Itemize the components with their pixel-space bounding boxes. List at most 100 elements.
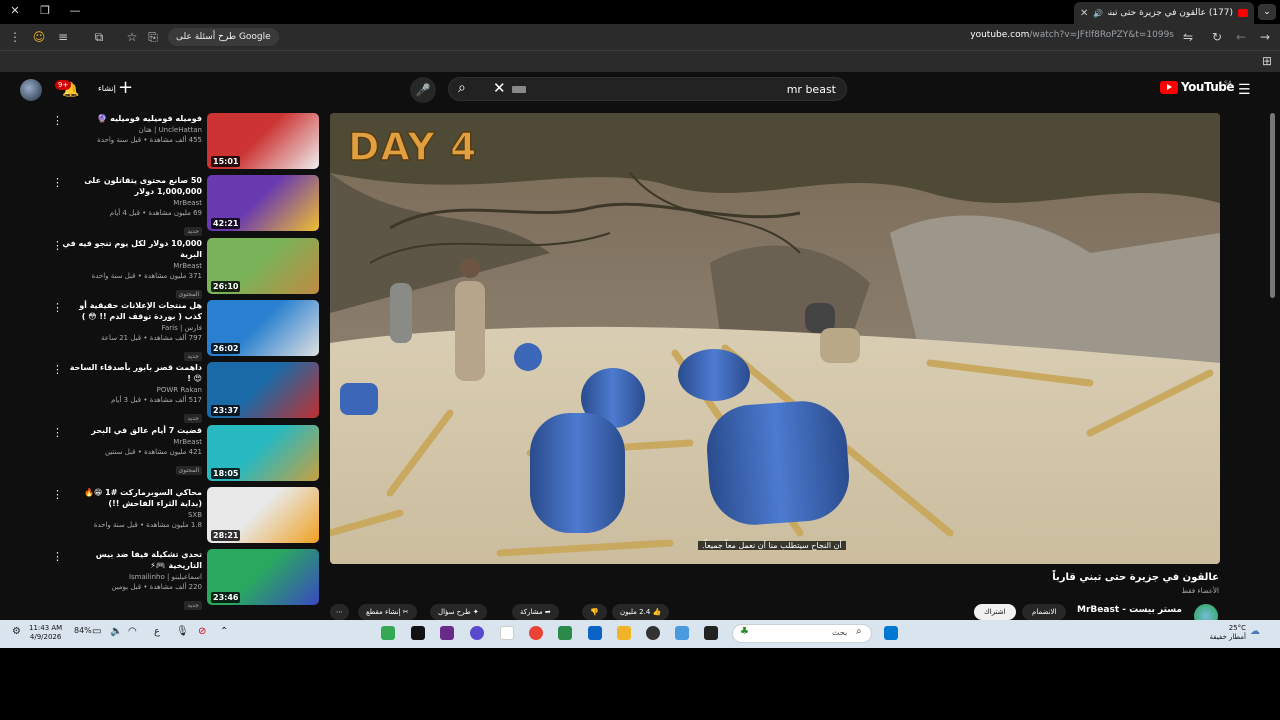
recommendation-channel[interactable]: SXB (62, 510, 202, 520)
recommendation-item[interactable]: ⋮ هل منتجات الإعلانات حقيقية أو كذب ( بور… (40, 299, 320, 361)
browser-app-icon[interactable] (529, 626, 543, 640)
join-button[interactable]: الانضمام (1022, 604, 1067, 620)
chrome-app-icon[interactable] (381, 626, 395, 640)
recommendation-title[interactable]: 50 صانع محتوى يتقاتلون على 1,000,000 دول… (62, 175, 202, 197)
recommendation-channel[interactable]: UncleHattan | هتان (62, 125, 202, 135)
screen: ✕ ❐ — + (177) عالقون في جزيرة حتى تبني ق… (0, 0, 1280, 648)
recommendation-meta: تحدي تشكيلة فيفا ضد بيس التاريخية 🎮⚡ اسما… (62, 549, 202, 611)
reload-icon[interactable]: ↻ (1210, 30, 1224, 44)
google-ask-button[interactable]: طرح أسئلة على Google (168, 28, 279, 46)
browser-tab[interactable]: (177) عالقون في جزيرة حتى تبني قارباً 🔊 … (1074, 2, 1254, 24)
channel-name[interactable]: MrBeast - مستر بيست (1077, 605, 1182, 615)
recommendation-meta: محاكي السوبرماركت #1 😁🔥 (بداية الثراء ال… (62, 487, 202, 530)
like-button[interactable]: 👍 2.4 مليون (612, 604, 670, 620)
media-app-icon[interactable] (440, 626, 454, 640)
audio-icon[interactable]: 🔊 (1093, 9, 1103, 18)
recommendation-channel[interactable]: فارس | Faris (62, 323, 202, 333)
url-field[interactable]: youtube.com/watch?v=JFtlf8RoPZY&t=1099s (970, 30, 1174, 40)
tray-chevron-icon[interactable]: ⌃ (220, 626, 228, 637)
voice-search-mic-icon[interactable]: 🎤 (410, 77, 436, 103)
subscribe-button[interactable]: اشتراك (974, 604, 1016, 620)
youtube-logo[interactable]: YouTube (1160, 80, 1235, 94)
profile-icon[interactable]: ☺ (32, 30, 46, 44)
search-input[interactable]: mr beast (787, 83, 836, 96)
recommendation-title[interactable]: محاكي السوبرماركت #1 😁🔥 (بداية الثراء ال… (62, 487, 202, 509)
more-actions-button[interactable]: ⋯ (330, 604, 349, 620)
keyboard-icon[interactable] (512, 86, 526, 93)
page-scrollbar[interactable] (1270, 113, 1275, 298)
recommendation-item[interactable]: ⋮ تحدي تشكيلة فيفا ضد بيس التاريخية 🎮⚡ اسم… (40, 549, 320, 611)
language-indicator[interactable]: ع (154, 626, 160, 637)
guide-menu-icon[interactable]: ☰ (1238, 82, 1251, 98)
recommendation-views: 371 مليون مشاهدة • قبل سنة واحدة (91, 271, 202, 280)
taskbar-clock[interactable]: 11:43 AM 4/9/2026 (29, 624, 62, 642)
close-tab-icon[interactable]: ✕ (1080, 8, 1088, 19)
store-app-icon[interactable] (588, 626, 602, 640)
share-button[interactable]: ➦ مشاركة (512, 604, 559, 620)
reading-list-icon[interactable]: ≡ (56, 30, 70, 44)
search-icon[interactable]: ⌕ (458, 80, 466, 96)
notepad-app-icon[interactable] (500, 626, 514, 640)
chatgpt-app-icon[interactable] (646, 626, 660, 640)
recommendation-item[interactable]: ⋮ محاكي السوبرماركت #1 😁🔥 (بداية الثراء ا… (40, 486, 320, 545)
camera-app-icon[interactable] (411, 626, 425, 640)
site-settings-icon[interactable]: ⇋ (1181, 30, 1195, 44)
close-window-icon[interactable]: ✕ (8, 4, 22, 17)
file-explorer-icon[interactable] (617, 626, 631, 640)
recommendation-channel[interactable]: اسماعيلينو | Ismailinho (62, 572, 202, 582)
taskbar-search[interactable] (732, 624, 872, 643)
thumbs-down-icon: 👎 (590, 608, 599, 616)
translate-icon[interactable]: ⎘ (146, 30, 160, 44)
settings-gear-icon[interactable]: ⚙ (12, 626, 21, 637)
recommendation-channel[interactable]: MrBeast (62, 198, 202, 208)
security-icon[interactable]: ⊘ (198, 626, 206, 637)
apps-grid-icon[interactable]: ⊞ (1260, 54, 1274, 68)
forward-icon[interactable]: ← (1234, 30, 1248, 44)
recommendation-title[interactable]: 10,000 دولار لكل يوم تنجو فيه في البرية (62, 238, 202, 260)
windows-start-icon[interactable] (884, 626, 898, 640)
recommendation-item[interactable]: ⋮ داهمت قصر بابور بأصدقاء الساحة 😍 ! POWR … (40, 362, 320, 424)
copilot-app-icon[interactable] (675, 626, 689, 640)
recommendation-item[interactable]: ⋮ 10,000 دولار لكل يوم تنجو فيه في البرية… (40, 237, 320, 299)
recommendation-badge: جديد (184, 227, 202, 237)
clear-search-icon[interactable]: ✕ (493, 79, 506, 97)
clip-button[interactable]: ✂ إنشاء مقطع (358, 604, 417, 620)
recommendation-views: 220 ألف مشاهدة • قبل يومين (111, 583, 202, 592)
calculator-app-icon[interactable] (558, 626, 572, 640)
recommendation-meta: قضيت 7 أيام عالق في البحر MrBeast 421 مليو… (62, 425, 202, 476)
tv-app-icon[interactable] (470, 626, 484, 640)
create-label[interactable]: إنشاء (98, 84, 116, 93)
tab-list-button[interactable]: ⌄ (1258, 4, 1276, 20)
recommendation-channel[interactable]: POWR Rakan (62, 385, 202, 395)
terminal-app-icon[interactable] (704, 626, 718, 640)
battery-icon[interactable]: ▭ (92, 626, 101, 637)
recommendation-title[interactable]: قضيت 7 أيام عالق في البحر (62, 425, 202, 436)
recommendation-item[interactable]: ⋮ 50 صانع محتوى يتقاتلون على 1,000,000 دو… (40, 175, 320, 237)
weather-widget[interactable]: 25°C أمطار خفيفة (1204, 624, 1246, 642)
video-player[interactable]: DAY 4 أن النجاح سيتطلب منا أن نعمل معاً … (330, 113, 1220, 564)
extensions-icon[interactable]: ⧉ (92, 30, 106, 44)
recommendation-title[interactable]: تحدي تشكيلة فيفا ضد بيس التاريخية 🎮⚡ (62, 549, 202, 571)
recommendation-channel[interactable]: MrBeast (62, 261, 202, 271)
microphone-icon[interactable]: 🎙 (176, 626, 189, 637)
bookmark-star-icon[interactable]: ☆ (125, 30, 139, 44)
recommendation-item[interactable]: ⋮ فوميله فوميليه فوميليه 🔮 UncleHattan | ه… (40, 113, 320, 171)
volume-icon[interactable]: 🔈 (110, 626, 122, 637)
ask-button[interactable]: ✦ طرح سؤال (430, 604, 487, 620)
create-plus-icon[interactable]: + (118, 78, 133, 98)
restore-window-icon[interactable]: ❐ (38, 4, 52, 17)
recommendation-item[interactable]: ⋮ قضيت 7 أيام عالق في البحر MrBeast 421 ملي… (40, 424, 320, 483)
account-avatar[interactable] (20, 79, 42, 101)
taskbar-search-icon[interactable]: ⌕ (856, 626, 862, 637)
back-icon[interactable]: → (1258, 30, 1272, 44)
wifi-icon[interactable]: ◠ (128, 626, 137, 637)
recommendation-channel[interactable]: MrBeast (62, 437, 202, 447)
minimize-window-icon[interactable]: — (68, 4, 82, 17)
recommendation-title[interactable]: هل منتجات الإعلانات حقيقية أو كذب ( بورد… (62, 300, 202, 322)
recommendation-views: 69 مليون مشاهدة • قبل 4 أيام (109, 209, 202, 218)
dislike-button[interactable]: 👎 (582, 604, 607, 620)
recommendation-title[interactable]: فوميله فوميليه فوميليه 🔮 (62, 113, 202, 124)
recommendation-title[interactable]: داهمت قصر بابور بأصدقاء الساحة 😍 ! (62, 362, 202, 384)
recommendation-meta: 10,000 دولار لكل يوم تنجو فيه في البرية M… (62, 238, 202, 300)
browser-menu-icon[interactable]: ⋮ (8, 30, 22, 44)
